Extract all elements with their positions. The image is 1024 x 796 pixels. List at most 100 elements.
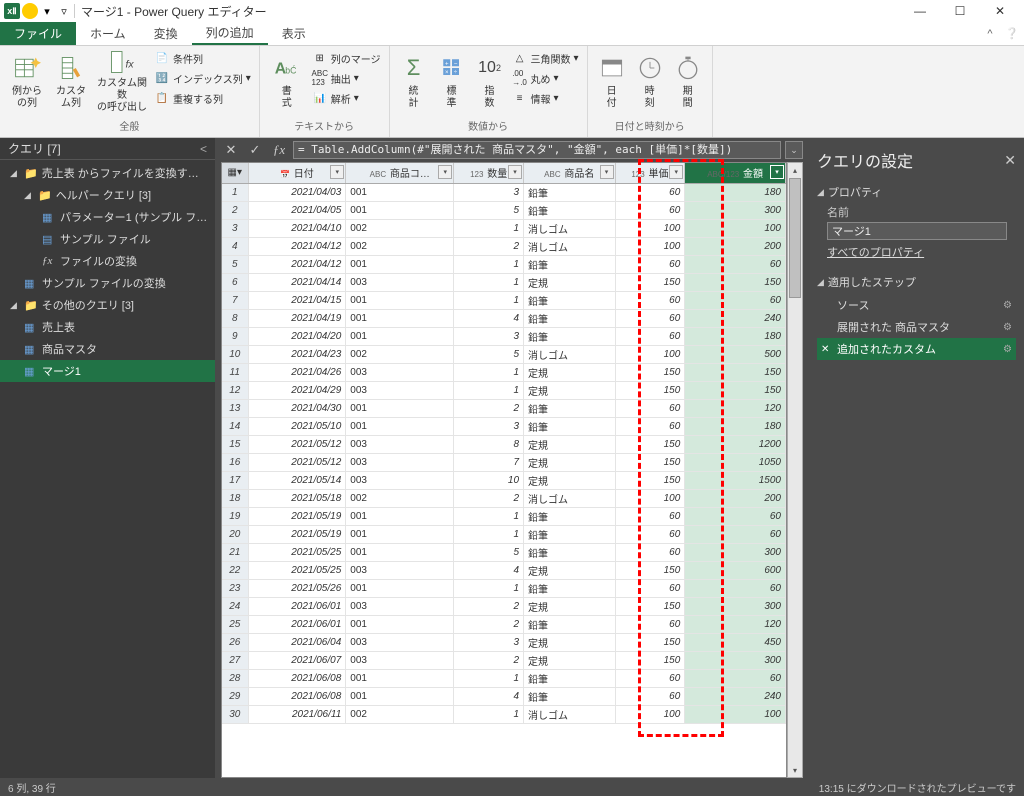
cell-date[interactable]: 2021/04/10 bbox=[248, 219, 346, 237]
cell-price[interactable]: 60 bbox=[615, 201, 685, 219]
applied-step[interactable]: ✕追加されたカスタム⚙ bbox=[817, 338, 1016, 360]
cell-name[interactable]: 消しゴム bbox=[524, 705, 615, 723]
cell-code[interactable]: 003 bbox=[346, 363, 454, 381]
cell-amount[interactable]: 300 bbox=[685, 597, 786, 615]
table-row[interactable]: 262021/06/040033定規150450 bbox=[222, 633, 786, 651]
cell-date[interactable]: 2021/05/19 bbox=[248, 507, 346, 525]
cell-code[interactable]: 003 bbox=[346, 597, 454, 615]
cell-price[interactable]: 100 bbox=[615, 237, 685, 255]
cell-price[interactable]: 60 bbox=[615, 669, 685, 687]
column-header-amount[interactable]: ABC/123 金額▾ bbox=[685, 163, 786, 183]
table-row[interactable]: 302021/06/110021消しゴム100100 bbox=[222, 705, 786, 723]
cell-date[interactable]: 2021/05/12 bbox=[248, 435, 346, 453]
table-row[interactable]: 272021/06/070032定規150300 bbox=[222, 651, 786, 669]
cell-name[interactable]: 鉛筆 bbox=[524, 309, 615, 327]
table-row[interactable]: 162021/05/120037定規1501050 bbox=[222, 453, 786, 471]
cell-qty[interactable]: 1 bbox=[454, 525, 524, 543]
properties-section-header[interactable]: ◢プロパティ bbox=[817, 178, 1016, 202]
table-row[interactable]: 52021/04/120011鉛筆6060 bbox=[222, 255, 786, 273]
cell-date[interactable]: 2021/04/05 bbox=[248, 201, 346, 219]
cell-qty[interactable]: 1 bbox=[454, 273, 524, 291]
cell-price[interactable]: 150 bbox=[615, 597, 685, 615]
cell-name[interactable]: 鉛筆 bbox=[524, 399, 615, 417]
close-settings-icon[interactable]: ✕ bbox=[1004, 152, 1016, 169]
column-header-date[interactable]: 📅 日付▾ bbox=[248, 163, 346, 183]
table-row[interactable]: 212021/05/250015鉛筆60300 bbox=[222, 543, 786, 561]
cell-price[interactable]: 60 bbox=[615, 399, 685, 417]
cell-date[interactable]: 2021/06/01 bbox=[248, 615, 346, 633]
cell-code[interactable]: 001 bbox=[346, 579, 454, 597]
cell-code[interactable]: 001 bbox=[346, 291, 454, 309]
rounding-button[interactable]: .00→.0丸め▾ bbox=[510, 68, 581, 88]
cell-amount[interactable]: 1050 bbox=[685, 453, 786, 471]
cell-name[interactable]: 鉛筆 bbox=[524, 183, 615, 201]
cell-date[interactable]: 2021/06/04 bbox=[248, 633, 346, 651]
cell-amount[interactable]: 240 bbox=[685, 687, 786, 705]
cell-name[interactable]: 定規 bbox=[524, 435, 615, 453]
tree-item[interactable]: ◢📁その他のクエリ [3] bbox=[0, 294, 215, 316]
table-row[interactable]: 242021/06/010032定規150300 bbox=[222, 597, 786, 615]
cell-date[interactable]: 2021/04/30 bbox=[248, 399, 346, 417]
cell-qty[interactable]: 1 bbox=[454, 363, 524, 381]
filter-dropdown-icon[interactable]: ▾ bbox=[330, 165, 344, 179]
cell-date[interactable]: 2021/04/14 bbox=[248, 273, 346, 291]
cancel-formula-icon[interactable]: ✕ bbox=[221, 141, 241, 159]
cell-name[interactable]: 定規 bbox=[524, 381, 615, 399]
cell-amount[interactable]: 100 bbox=[685, 705, 786, 723]
cell-qty[interactable]: 8 bbox=[454, 435, 524, 453]
cell-qty[interactable]: 2 bbox=[454, 489, 524, 507]
accept-formula-icon[interactable]: ✓ bbox=[245, 141, 265, 159]
cell-qty[interactable]: 2 bbox=[454, 237, 524, 255]
cell-code[interactable]: 002 bbox=[346, 489, 454, 507]
gear-icon[interactable]: ⚙ bbox=[1003, 344, 1012, 355]
tree-item[interactable]: ▦パラメーター1 (サンプル フ… bbox=[0, 206, 215, 228]
cell-name[interactable]: 定規 bbox=[524, 633, 615, 651]
tree-item[interactable]: ◢📁ヘルパー クエリ [3] bbox=[0, 184, 215, 206]
table-row[interactable]: 22021/04/050015鉛筆60300 bbox=[222, 201, 786, 219]
cell-name[interactable]: 定規 bbox=[524, 561, 615, 579]
cell-amount[interactable]: 600 bbox=[685, 561, 786, 579]
table-row[interactable]: 132021/04/300012鉛筆60120 bbox=[222, 399, 786, 417]
cell-date[interactable]: 2021/06/08 bbox=[248, 687, 346, 705]
cell-date[interactable]: 2021/05/18 bbox=[248, 489, 346, 507]
cell-price[interactable]: 150 bbox=[615, 363, 685, 381]
cell-code[interactable]: 001 bbox=[346, 309, 454, 327]
collapse-panel-icon[interactable]: < bbox=[200, 142, 207, 156]
cell-amount[interactable]: 150 bbox=[685, 381, 786, 399]
select-all-icon[interactable]: ▦▾ bbox=[228, 167, 242, 178]
table-row[interactable]: 112021/04/260031定規150150 bbox=[222, 363, 786, 381]
table-row[interactable]: 42021/04/120022消しゴム100200 bbox=[222, 237, 786, 255]
cell-price[interactable]: 60 bbox=[615, 417, 685, 435]
cell-code[interactable]: 001 bbox=[346, 687, 454, 705]
cell-price[interactable]: 60 bbox=[615, 291, 685, 309]
cell-name[interactable]: 定規 bbox=[524, 651, 615, 669]
cell-code[interactable]: 001 bbox=[346, 543, 454, 561]
cell-amount[interactable]: 180 bbox=[685, 417, 786, 435]
cell-qty[interactable]: 4 bbox=[454, 561, 524, 579]
information-button[interactable]: ≡情報▾ bbox=[510, 88, 581, 108]
cell-price[interactable]: 60 bbox=[615, 525, 685, 543]
cell-price[interactable]: 60 bbox=[615, 183, 685, 201]
expand-formula-icon[interactable]: ⌄ bbox=[785, 141, 803, 159]
vertical-scrollbar[interactable]: ▴ ▾ bbox=[787, 162, 803, 778]
cell-date[interactable]: 2021/04/12 bbox=[248, 237, 346, 255]
cell-amount[interactable]: 60 bbox=[685, 579, 786, 597]
cell-qty[interactable]: 7 bbox=[454, 453, 524, 471]
column-header-code[interactable]: ABC 商品コ…▾ bbox=[346, 163, 454, 183]
cell-amount[interactable]: 200 bbox=[685, 489, 786, 507]
cell-name[interactable]: 鉛筆 bbox=[524, 525, 615, 543]
cell-name[interactable]: 鉛筆 bbox=[524, 615, 615, 633]
table-row[interactable]: 142021/05/100013鉛筆60180 bbox=[222, 417, 786, 435]
cell-date[interactable]: 2021/04/23 bbox=[248, 345, 346, 363]
table-row[interactable]: 62021/04/140031定規150150 bbox=[222, 273, 786, 291]
cell-code[interactable]: 001 bbox=[346, 201, 454, 219]
cell-qty[interactable]: 1 bbox=[454, 219, 524, 237]
cell-name[interactable]: 鉛筆 bbox=[524, 687, 615, 705]
cell-date[interactable]: 2021/04/19 bbox=[248, 309, 346, 327]
cell-code[interactable]: 001 bbox=[346, 255, 454, 273]
cell-qty[interactable]: 1 bbox=[454, 507, 524, 525]
cell-name[interactable]: 定規 bbox=[524, 471, 615, 489]
cell-code[interactable]: 001 bbox=[346, 507, 454, 525]
applied-step[interactable]: ソース⚙ bbox=[817, 294, 1016, 316]
cell-code[interactable]: 001 bbox=[346, 399, 454, 417]
